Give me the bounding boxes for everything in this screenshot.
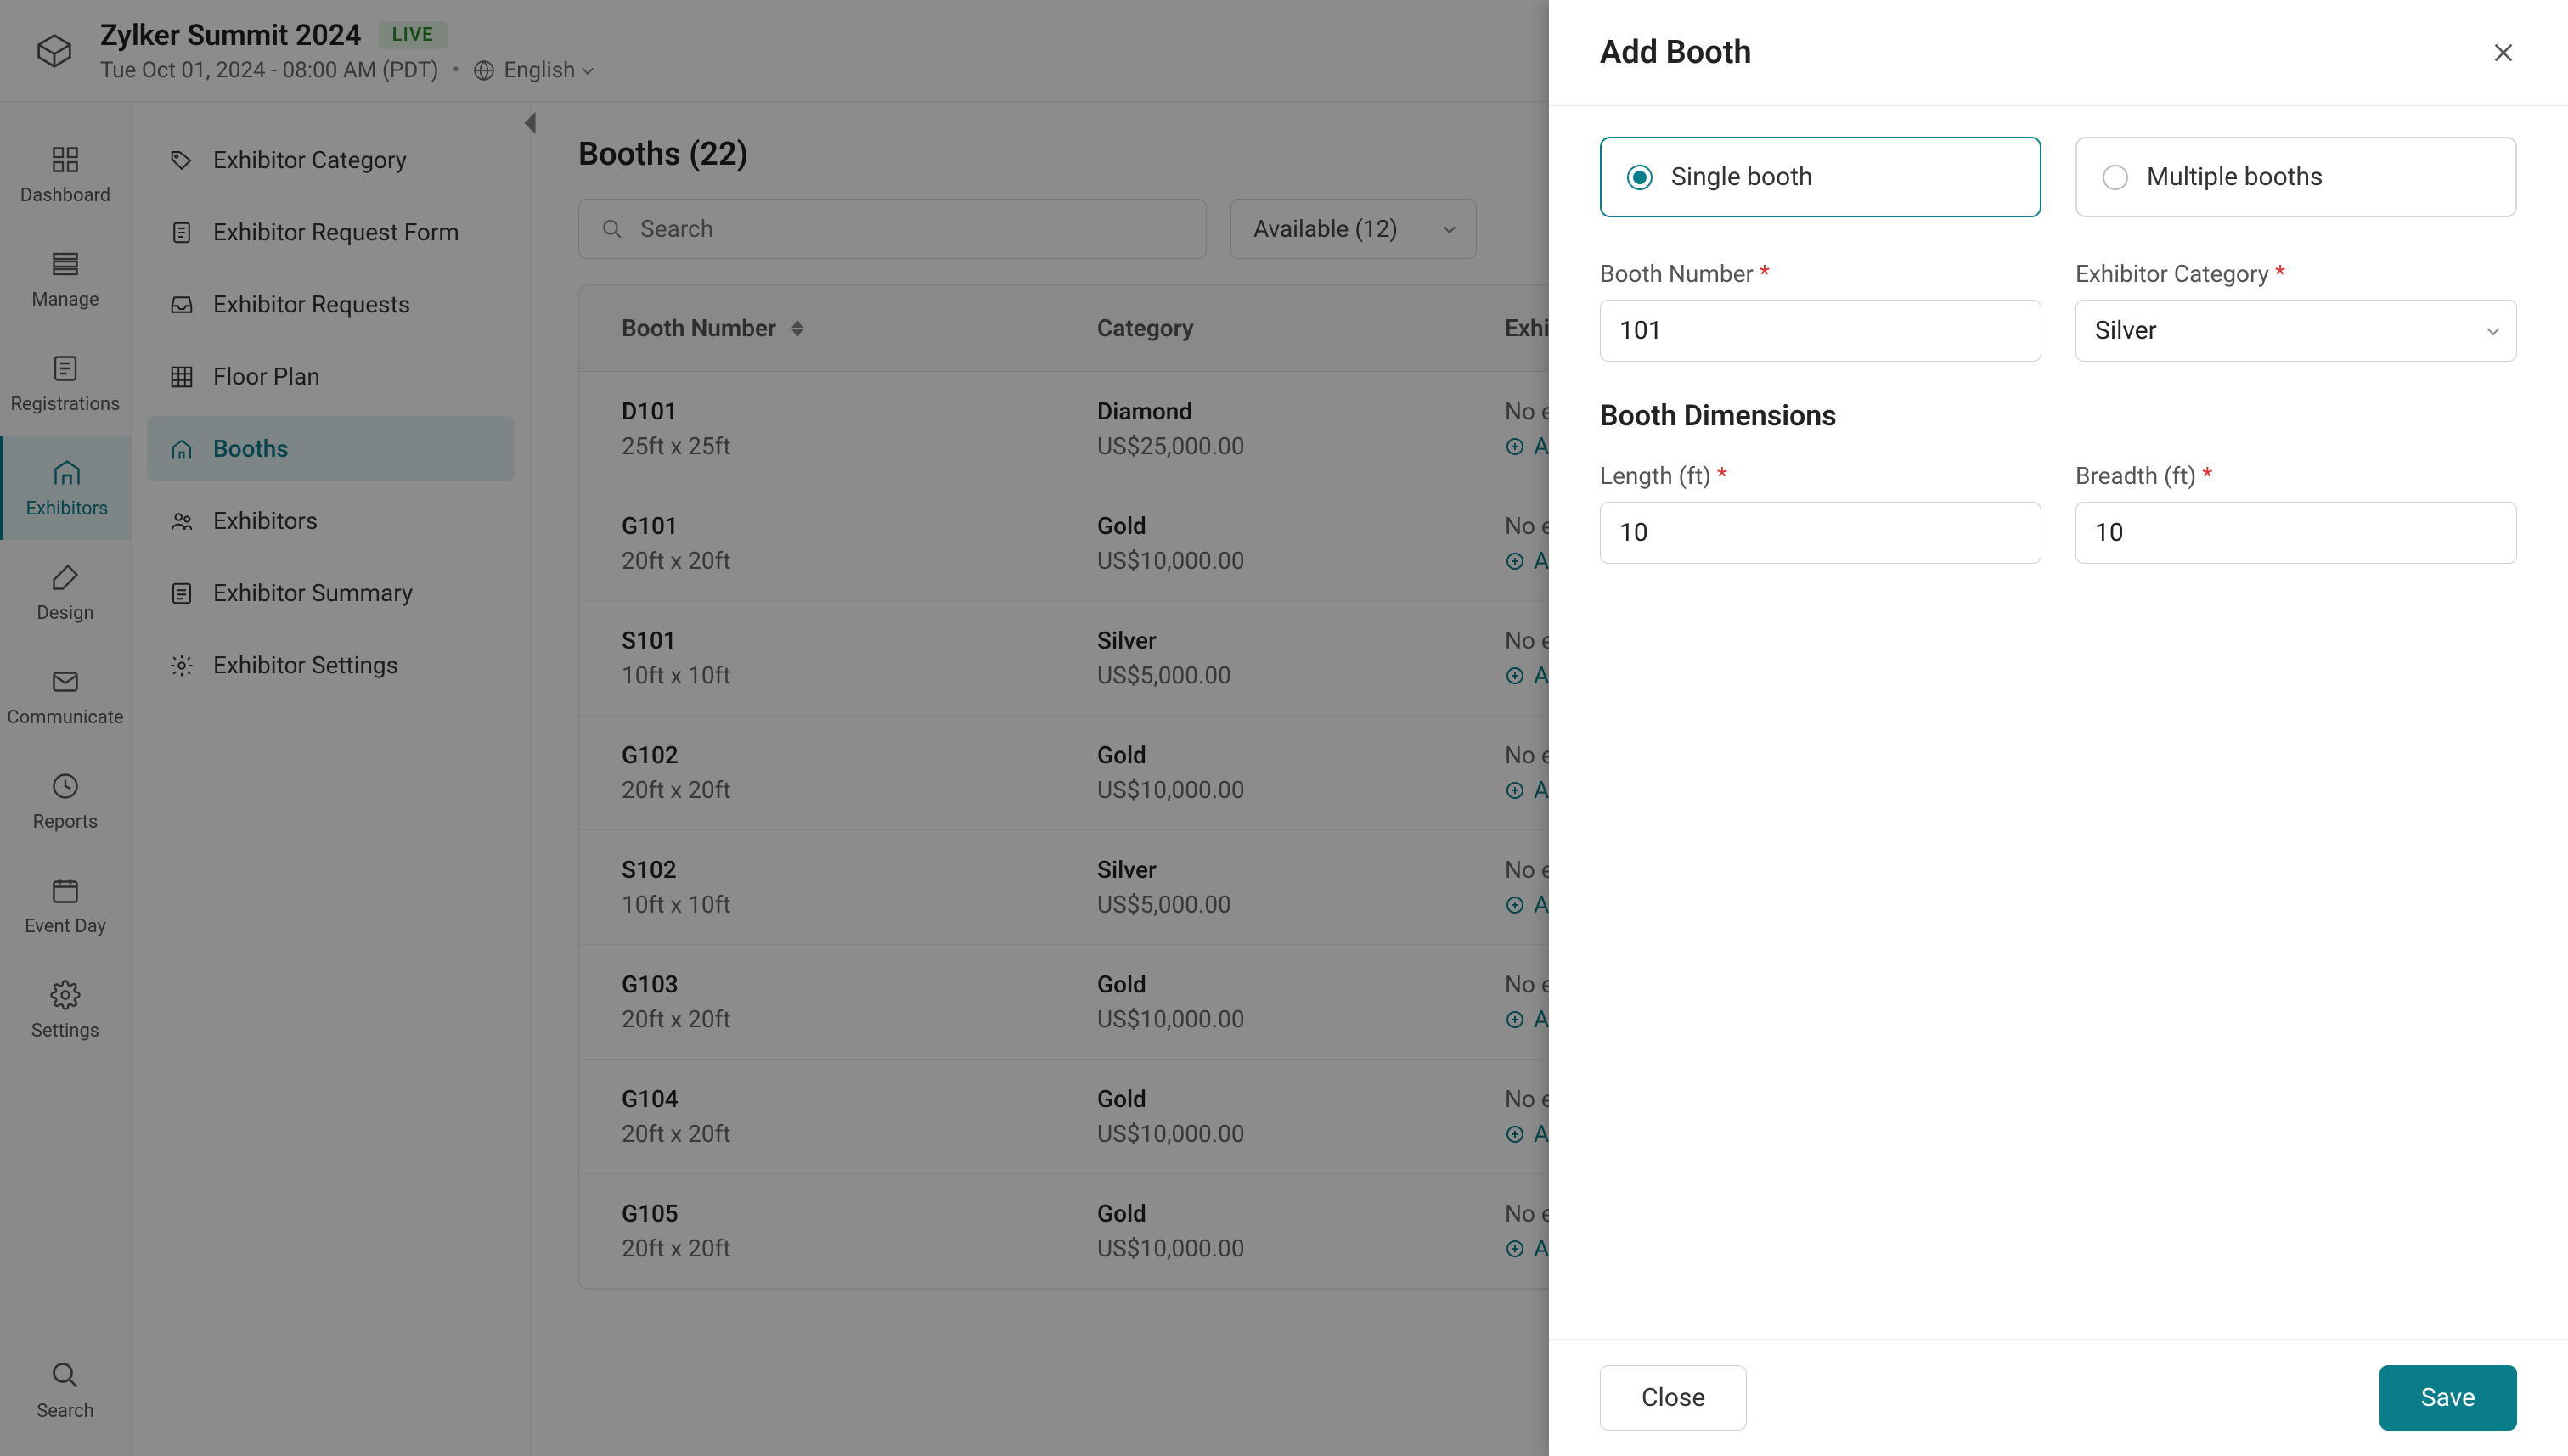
save-button[interactable]: Save [2379, 1365, 2517, 1431]
booth-mode-single[interactable]: Single booth [1600, 137, 2041, 217]
booth-mode-multiple-label: Multiple booths [2147, 162, 2323, 192]
booth-number-label: Booth Number * [1600, 260, 2041, 288]
radio-icon [2103, 165, 2128, 190]
exhibitor-category-value: Silver [2095, 316, 2157, 346]
length-input[interactable] [1600, 502, 2041, 564]
booth-mode-single-label: Single booth [1671, 162, 1813, 192]
exhibitor-category-label: Exhibitor Category * [2075, 260, 2517, 288]
breadth-label: Breadth (ft) * [2075, 462, 2517, 490]
close-icon[interactable] [2490, 39, 2517, 66]
close-button[interactable]: Close [1600, 1365, 1747, 1431]
length-label: Length (ft) * [1600, 462, 2041, 490]
dimensions-heading: Booth Dimensions [1600, 399, 2517, 433]
breadth-input[interactable] [2075, 502, 2517, 564]
radio-icon [1627, 165, 1653, 190]
add-booth-panel: Add Booth Single booth Multiple booths B… [1549, 0, 2568, 1456]
booth-mode-multiple[interactable]: Multiple booths [2075, 137, 2517, 217]
exhibitor-category-select[interactable]: Silver [2075, 300, 2517, 362]
chevron-down-icon [2487, 323, 2499, 334]
booth-number-input[interactable] [1600, 300, 2041, 362]
panel-title: Add Booth [1600, 34, 1752, 71]
